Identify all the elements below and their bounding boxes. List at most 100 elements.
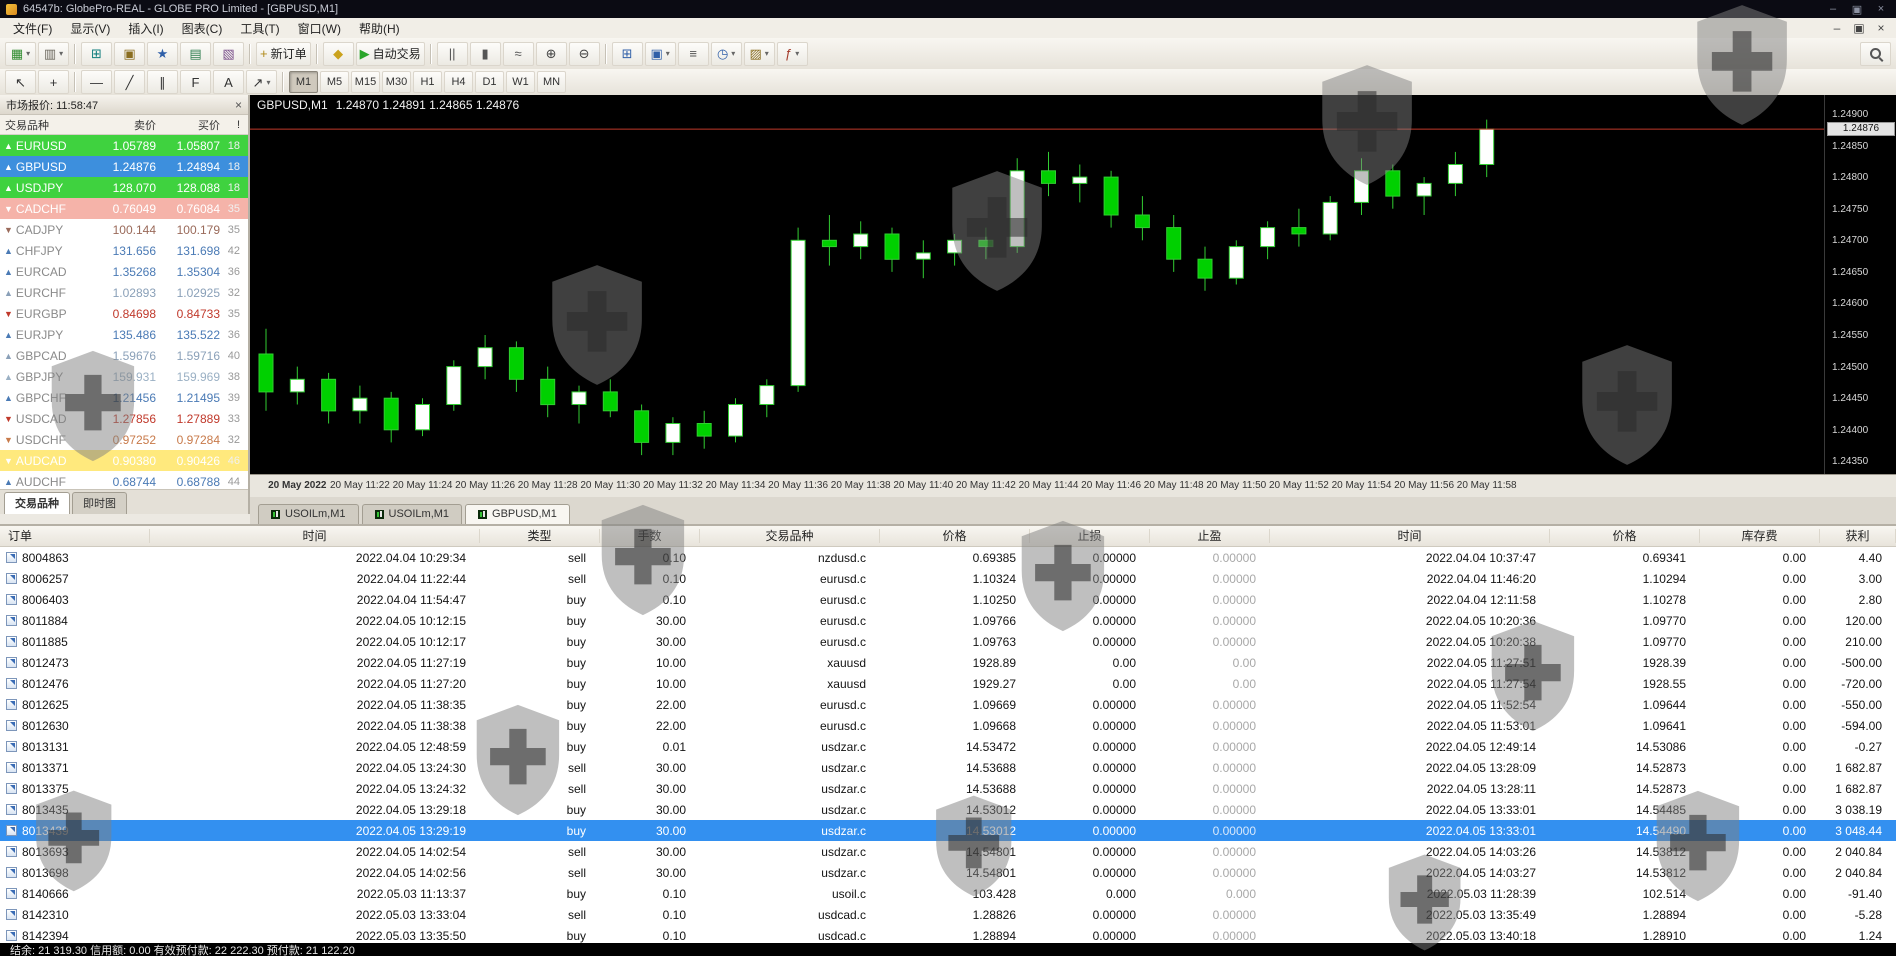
timeframe-m15-button[interactable]: M15: [351, 71, 380, 93]
market-row[interactable]: ▲EURCAD1.352681.3530436: [0, 261, 248, 282]
column-header-lots[interactable]: 手数: [600, 529, 700, 543]
data-window-toggle-button[interactable]: ▣: [114, 42, 145, 66]
menu-file[interactable]: 文件(F): [4, 19, 61, 38]
cascade-windows-button[interactable]: ▣▾: [645, 42, 676, 66]
history-row[interactable]: 80134392022.04.05 13:29:19buy30.00usdzar…: [0, 820, 1896, 841]
history-row[interactable]: 80062572022.04.04 11:22:44sell0.10eurusd…: [0, 568, 1896, 589]
period-selector-button[interactable]: ◷▾: [711, 42, 742, 66]
trendline-tool-button[interactable]: ╱: [114, 70, 145, 94]
menu-view[interactable]: 显示(V): [61, 19, 119, 38]
zoom-in-button[interactable]: ⊕: [536, 42, 567, 66]
column-header-close_time[interactable]: 时间: [1270, 529, 1550, 543]
fibonacci-tool-button[interactable]: F: [180, 70, 211, 94]
bar-chart-mode-button[interactable]: ||: [437, 42, 468, 66]
chart-tab-gbpusd[interactable]: GBPUSD,M1: [465, 504, 570, 524]
chart-tab-usoilm-1[interactable]: USOILm,M1: [258, 504, 359, 524]
timeframe-w1-button[interactable]: W1: [506, 71, 535, 93]
history-row[interactable]: 80048632022.04.04 10:29:34sell0.10nzdusd…: [0, 547, 1896, 568]
market-row[interactable]: ▲EURUSD1.057891.0580718: [0, 135, 248, 156]
market-row[interactable]: ▼CADJPY100.144100.17935: [0, 219, 248, 240]
market-row[interactable]: ▲GBPJPY159.931159.96938: [0, 366, 248, 387]
tile-windows-button[interactable]: ⊞: [612, 42, 643, 66]
history-row[interactable]: 80126252022.04.05 11:38:35buy22.00eurusd…: [0, 694, 1896, 715]
column-header-order[interactable]: 订单: [0, 529, 150, 543]
market-row[interactable]: ▲GBPCHF1.214561.2149539: [0, 387, 248, 408]
zoom-out-button[interactable]: ⊖: [569, 42, 600, 66]
history-row[interactable]: 80131312022.04.05 12:48:59buy0.01usdzar.…: [0, 736, 1896, 757]
column-header-type[interactable]: 类型: [480, 529, 600, 543]
column-header-open_time[interactable]: 时间: [150, 529, 480, 543]
timeframe-m5-button[interactable]: M5: [320, 71, 349, 93]
column-header-swap[interactable]: 库存费: [1700, 529, 1820, 543]
column-bid[interactable]: 卖价: [94, 117, 156, 133]
timeframe-h1-button[interactable]: H1: [413, 71, 442, 93]
history-row[interactable]: 80133712022.04.05 13:24:30sell30.00usdza…: [0, 757, 1896, 778]
market-row[interactable]: ▼USDCAD1.278561.2788933: [0, 408, 248, 429]
market-row[interactable]: ▲EURJPY135.486135.52236: [0, 324, 248, 345]
column-header-profit[interactable]: 获利: [1820, 529, 1896, 543]
chart-minimize-button[interactable]: –: [1826, 20, 1848, 36]
market-row[interactable]: ▼CADCHF0.760490.7608435: [0, 198, 248, 219]
market-row[interactable]: ▲CHFJPY131.656131.69842: [0, 240, 248, 261]
search-button[interactable]: [1860, 42, 1891, 66]
tab-tick-chart[interactable]: 即时图: [72, 492, 127, 514]
column-symbol[interactable]: 交易品种: [0, 117, 94, 133]
chart-restore-button[interactable]: ▣: [1848, 20, 1870, 36]
timeframe-m1-button[interactable]: M1: [289, 71, 318, 93]
market-row[interactable]: ▲EURCHF1.028931.0292532: [0, 282, 248, 303]
templates-button[interactable]: ▨▾: [744, 42, 775, 66]
close-icon[interactable]: ×: [235, 98, 242, 112]
history-row[interactable]: 80133752022.04.05 13:24:32sell30.00usdza…: [0, 778, 1896, 799]
indicators-button[interactable]: ƒ▾: [777, 42, 808, 66]
column-spread[interactable]: !: [220, 119, 244, 131]
history-row[interactable]: 80136932022.04.05 14:02:54sell30.00usdza…: [0, 841, 1896, 862]
chart-close-button[interactable]: ×: [1870, 20, 1892, 36]
metaeditor-button[interactable]: ◆: [323, 42, 354, 66]
column-header-sl[interactable]: 止损: [1030, 529, 1150, 543]
chart-tab-usoilm-2[interactable]: USOILm,M1: [362, 504, 463, 524]
window-minimize-button[interactable]: –: [1824, 3, 1842, 15]
history-row[interactable]: 80118842022.04.05 10:12:15buy30.00eurusd…: [0, 610, 1896, 631]
text-tool-button[interactable]: A: [213, 70, 244, 94]
crosshair-tool-button[interactable]: +: [38, 70, 69, 94]
menu-help[interactable]: 帮助(H): [350, 19, 409, 38]
history-row[interactable]: 80118852022.04.05 10:12:17buy30.00eurusd…: [0, 631, 1896, 652]
menu-window[interactable]: 窗口(W): [289, 19, 350, 38]
autotrading-button[interactable]: ▶自动交易: [356, 42, 425, 66]
menu-charts[interactable]: 图表(C): [173, 19, 232, 38]
market-row[interactable]: ▼EURGBP0.846980.8473335: [0, 303, 248, 324]
new-chart-button[interactable]: ▦▾: [5, 42, 36, 66]
history-row[interactable]: 80124762022.04.05 11:27:20buy10.00xauusd…: [0, 673, 1896, 694]
arrange-icons-button[interactable]: ≡: [678, 42, 709, 66]
history-row[interactable]: 80124732022.04.05 11:27:19buy10.00xauusd…: [0, 652, 1896, 673]
channel-tool-button[interactable]: ∥: [147, 70, 178, 94]
profiles-button[interactable]: ▥▾: [38, 42, 69, 66]
market-row[interactable]: ▼AUDCAD0.903800.9042646: [0, 450, 248, 471]
window-restore-button[interactable]: ▣: [1848, 3, 1866, 16]
menu-insert[interactable]: 插入(I): [119, 19, 172, 38]
market-row[interactable]: ▲GBPUSD1.248761.2489418: [0, 156, 248, 177]
history-row[interactable]: 80134352022.04.05 13:29:18buy30.00usdzar…: [0, 799, 1896, 820]
market-watch-toggle-button[interactable]: ⊞: [81, 42, 112, 66]
column-header-close_price[interactable]: 价格: [1550, 529, 1700, 543]
timeframe-m30-button[interactable]: M30: [382, 71, 411, 93]
market-row[interactable]: ▲USDJPY128.070128.08818: [0, 177, 248, 198]
history-row[interactable]: 80136982022.04.05 14:02:56sell30.00usdza…: [0, 862, 1896, 883]
column-header-open_price[interactable]: 价格: [880, 529, 1030, 543]
chart-plot[interactable]: GBPUSD,M1 1.24870 1.24891 1.24865 1.2487…: [250, 95, 1824, 474]
candlestick-mode-button[interactable]: ▮: [470, 42, 501, 66]
market-row[interactable]: ▲GBPCAD1.596761.5971640: [0, 345, 248, 366]
column-header-symbol[interactable]: 交易品种: [700, 529, 880, 543]
arrow-objects-button[interactable]: ↗▾: [246, 70, 277, 94]
tab-symbols[interactable]: 交易品种: [4, 492, 70, 514]
new-order-button[interactable]: +新订单: [256, 42, 311, 66]
timeframe-d1-button[interactable]: D1: [475, 71, 504, 93]
window-close-button[interactable]: ×: [1872, 3, 1890, 15]
timeframe-mn-button[interactable]: MN: [537, 71, 566, 93]
line-chart-mode-button[interactable]: ≈: [503, 42, 534, 66]
market-row[interactable]: ▼USDCHF0.972520.9728432: [0, 429, 248, 450]
menu-tools[interactable]: 工具(T): [231, 19, 288, 38]
history-row[interactable]: 80126302022.04.05 11:38:38buy22.00eurusd…: [0, 715, 1896, 736]
navigator-toggle-button[interactable]: ★: [147, 42, 178, 66]
strategy-tester-toggle-button[interactable]: ▧: [213, 42, 244, 66]
